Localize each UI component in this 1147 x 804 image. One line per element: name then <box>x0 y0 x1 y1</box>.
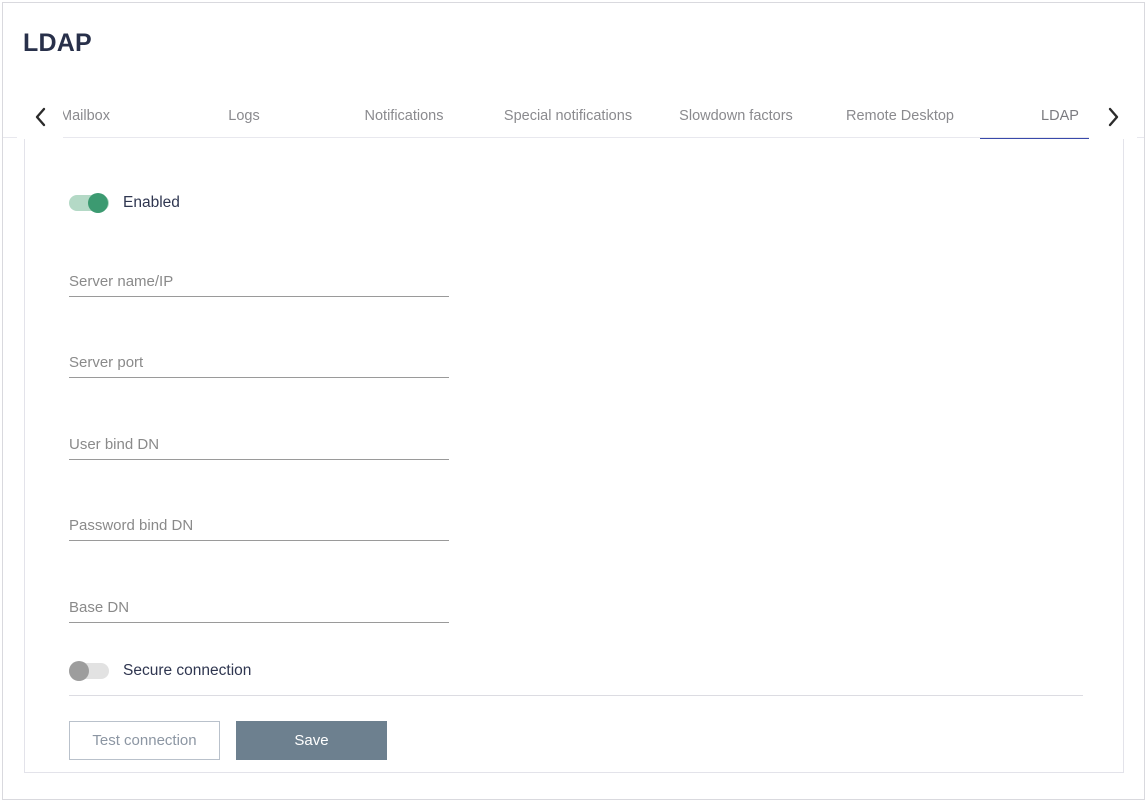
test-connection-label: Test connection <box>92 732 197 749</box>
save-button[interactable]: Save <box>236 721 387 760</box>
user-bind-dn-input[interactable] <box>69 430 449 458</box>
tabbar-baseline <box>3 137 1144 138</box>
server-port-input[interactable] <box>69 348 449 376</box>
enabled-toggle-label: Enabled <box>123 194 180 211</box>
save-label: Save <box>294 732 329 749</box>
tab-mailbox[interactable]: Mailbox <box>51 95 164 139</box>
tab-logs[interactable]: Logs <box>164 95 324 139</box>
tabs-viewport: Mailbox Logs Notifications Special notif… <box>51 95 1089 139</box>
secure-connection-toggle[interactable] <box>69 661 109 681</box>
enabled-toggle[interactable] <box>69 193 109 213</box>
tab-label: Mailbox <box>60 108 110 124</box>
toggle-thumb <box>88 193 108 213</box>
user-bind-dn-field[interactable] <box>69 430 449 460</box>
tab-label: Remote Desktop <box>846 108 954 124</box>
chevron-left-icon <box>34 107 47 127</box>
tab-slowdown-factors[interactable]: Slowdown factors <box>652 95 820 139</box>
password-bind-dn-input[interactable] <box>69 511 449 539</box>
secure-connection-toggle-label: Secure connection <box>123 662 252 679</box>
tabs-strip: Mailbox Logs Notifications Special notif… <box>51 95 1089 139</box>
tab-special-notifications[interactable]: Special notifications <box>484 95 652 139</box>
tab-notifications[interactable]: Notifications <box>324 95 484 139</box>
password-bind-dn-field[interactable] <box>69 511 449 541</box>
server-name-ip-field[interactable] <box>69 267 449 297</box>
chevron-right-icon <box>1107 107 1120 127</box>
server-port-field[interactable] <box>69 348 449 378</box>
tab-label: Slowdown factors <box>679 108 793 124</box>
tabs-scroll-left-button[interactable] <box>17 95 63 139</box>
tab-remote-desktop[interactable]: Remote Desktop <box>820 95 980 139</box>
tab-label: LDAP <box>1041 108 1079 124</box>
settings-tabbar: Mailbox Logs Notifications Special notif… <box>3 95 1144 139</box>
tabs-scroll-right-button[interactable] <box>1089 95 1137 139</box>
base-dn-input[interactable] <box>69 593 449 621</box>
server-name-ip-input[interactable] <box>69 267 449 295</box>
tab-label: Logs <box>228 108 260 124</box>
page-title: LDAP <box>23 29 92 57</box>
tab-label: Special notifications <box>503 108 633 124</box>
tab-label: Notifications <box>364 108 444 124</box>
enabled-toggle-row: Enabled <box>69 193 180 213</box>
toggle-thumb <box>69 661 89 681</box>
form-divider <box>69 695 1083 696</box>
base-dn-field[interactable] <box>69 593 449 623</box>
secure-connection-toggle-row: Secure connection <box>69 661 251 681</box>
tab-ldap[interactable]: LDAP <box>980 95 1089 139</box>
ldap-settings-page: LDAP Mailbox Logs Notifications Special … <box>2 2 1145 800</box>
ldap-settings-card: Enabled Secure connection Test connect <box>24 139 1124 773</box>
test-connection-button[interactable]: Test connection <box>69 721 220 760</box>
